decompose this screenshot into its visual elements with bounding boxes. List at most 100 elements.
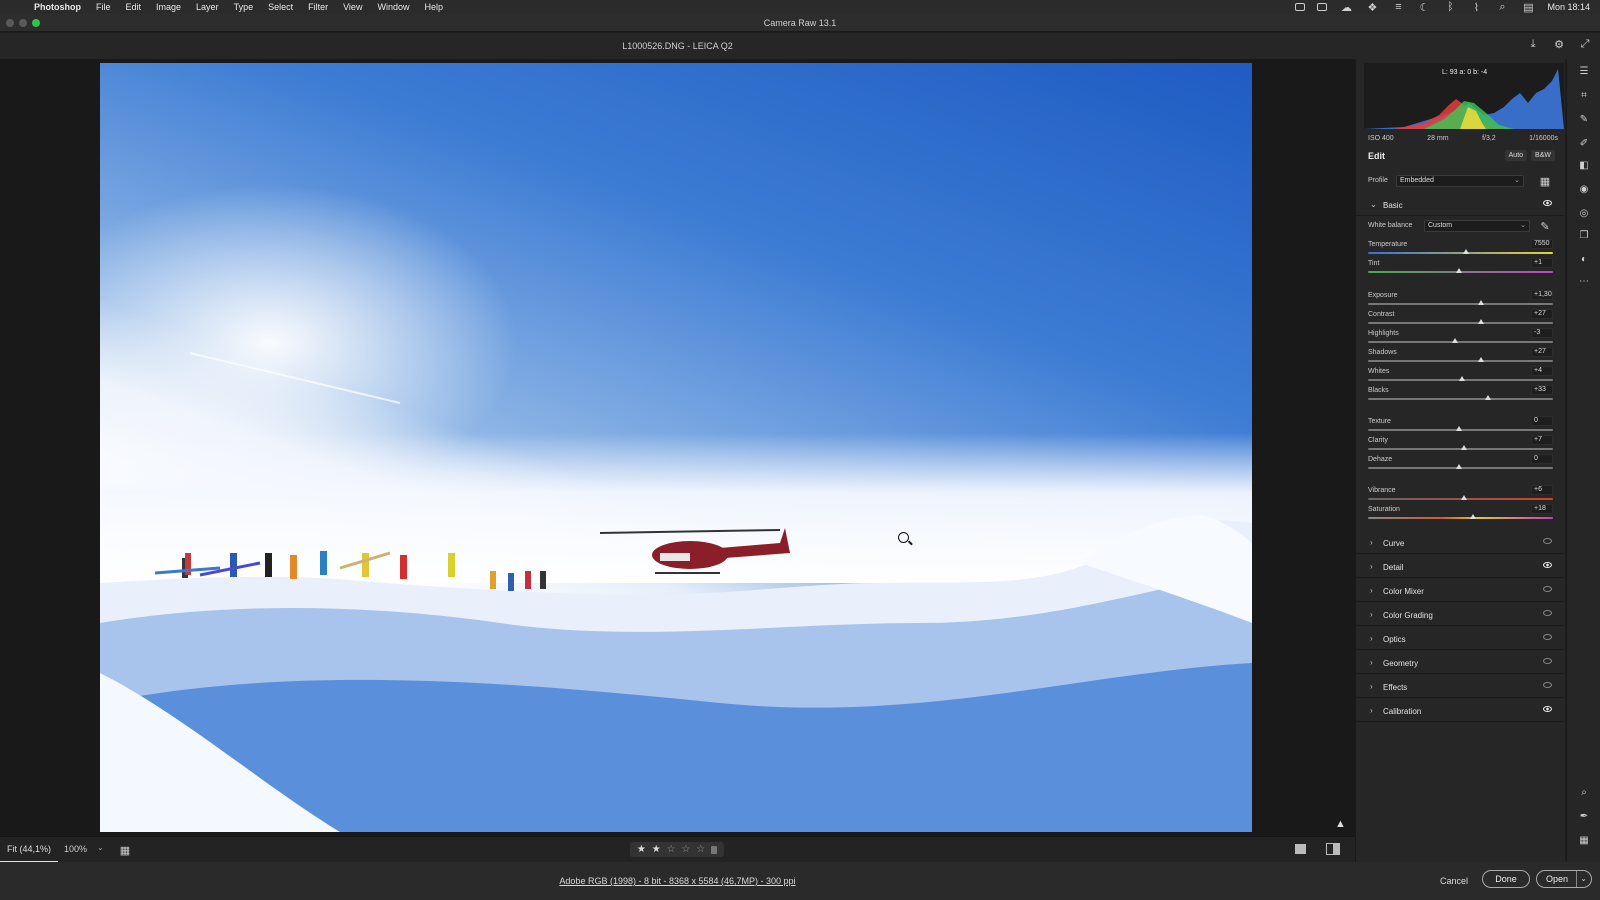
temperature-track[interactable] <box>1368 252 1553 254</box>
fullscreen-icon[interactable]: ⤢ <box>1578 37 1592 51</box>
screen-icon[interactable] <box>1295 3 1306 11</box>
exposure-value[interactable]: +1,30 <box>1531 290 1553 300</box>
eye-icon[interactable] <box>1543 634 1552 640</box>
single-view-icon[interactable] <box>1295 844 1306 854</box>
sampler-icon[interactable]: ✒ <box>1577 810 1591 822</box>
tint-thumb[interactable] <box>1455 268 1462 273</box>
done-button[interactable]: Done <box>1482 870 1530 888</box>
clock[interactable]: Mon 18:14 <box>1547 2 1590 12</box>
dehaze-thumb[interactable] <box>1455 464 1462 469</box>
eye-icon[interactable] <box>1543 610 1552 616</box>
highlights-thumb[interactable] <box>1451 338 1458 343</box>
healing-icon[interactable]: ✎ <box>1577 113 1591 125</box>
contrast-track[interactable] <box>1368 322 1553 324</box>
texture-thumb[interactable] <box>1455 426 1462 431</box>
temperature-value[interactable]: 7550 <box>1531 239 1553 249</box>
fit-zoom-button[interactable]: Fit (44,1%) <box>0 837 58 863</box>
rating-star-1[interactable]: ★ <box>637 844 646 855</box>
clarity-value[interactable]: +7 <box>1531 435 1553 445</box>
cancel-button[interactable]: Cancel <box>1440 876 1468 886</box>
filmstrip-icon[interactable]: ▦ <box>118 843 132 857</box>
shadows-thumb[interactable] <box>1477 357 1484 362</box>
highlights-track[interactable] <box>1368 341 1553 343</box>
menu-file[interactable]: File <box>96 2 111 12</box>
rating-star-2[interactable]: ★ <box>652 844 661 855</box>
exposure-track[interactable] <box>1368 303 1553 305</box>
eye-icon[interactable] <box>1543 562 1552 568</box>
rating-star-5[interactable]: ☆ <box>696 844 705 855</box>
contrast-value[interactable]: +27 <box>1531 309 1553 319</box>
menu-edit[interactable]: Edit <box>126 2 142 12</box>
open-button[interactable]: Open ⌄ <box>1536 870 1592 888</box>
edit-sliders-icon[interactable]: ☰ <box>1577 65 1591 77</box>
section-calibration[interactable]: › Calibration <box>1356 700 1564 722</box>
section-basic[interactable]: ⌄ Basic <box>1356 194 1564 216</box>
zoom-level-select[interactable]: 100% <box>64 844 87 854</box>
creative-cloud-icon[interactable]: ☁ <box>1339 0 1353 14</box>
blacks-thumb[interactable] <box>1485 395 1492 400</box>
saturation-track[interactable] <box>1368 517 1553 519</box>
shadows-value[interactable]: +27 <box>1531 347 1553 357</box>
whites-value[interactable]: +4 <box>1531 366 1553 376</box>
menu-layer[interactable]: Layer <box>196 2 219 12</box>
save-image-icon[interactable]: ⤓ <box>1526 37 1540 51</box>
rating-star-3[interactable]: ☆ <box>667 844 676 855</box>
wifi-off-icon[interactable]: ⌇ <box>1469 0 1483 14</box>
more-icon[interactable]: ⋯ <box>1577 275 1591 287</box>
exposure-thumb[interactable] <box>1477 300 1484 305</box>
saturation-value[interactable]: +18 <box>1531 504 1553 514</box>
section-color-mixer[interactable]: › Color Mixer <box>1356 580 1564 602</box>
temperature-thumb[interactable] <box>1463 249 1470 254</box>
profile-select[interactable]: Embedded ⌄ <box>1396 175 1524 187</box>
exposure-slider[interactable]: Exposure +1,30 <box>1368 290 1553 311</box>
white-balance-select[interactable]: Custom ⌄ <box>1424 220 1530 232</box>
contrast-slider[interactable]: Contrast +27 <box>1368 309 1553 330</box>
eyedropper-icon[interactable]: ✎ <box>1538 219 1552 233</box>
trash-icon[interactable] <box>711 845 718 854</box>
highlights-slider[interactable]: Highlights -3 <box>1368 328 1553 349</box>
snapshots-icon[interactable]: ❐ <box>1577 229 1591 241</box>
clarity-slider[interactable]: Clarity +7 <box>1368 435 1553 456</box>
photo-preview[interactable] <box>100 63 1252 832</box>
brush-icon[interactable]: ✐ <box>1577 137 1591 149</box>
menu-app-photoshop[interactable]: Photoshop <box>34 2 81 12</box>
auto-button[interactable]: Auto <box>1504 150 1528 161</box>
menu-view[interactable]: View <box>343 2 362 12</box>
zoom-tool-icon[interactable]: ⌕ <box>1577 786 1591 798</box>
red-eye-icon[interactable]: ◎ <box>1577 207 1591 219</box>
crop-icon[interactable]: ⌗ <box>1577 89 1591 101</box>
menu-window[interactable]: Window <box>377 2 409 12</box>
blacks-value[interactable]: +33 <box>1531 385 1553 395</box>
presets-icon[interactable]: ◐ <box>1577 253 1591 265</box>
tint-value[interactable]: +1 <box>1531 258 1553 268</box>
texture-slider[interactable]: Texture 0 <box>1368 416 1553 437</box>
moon-icon[interactable]: ☾ <box>1417 0 1431 14</box>
saturation-slider[interactable]: Saturation +18 <box>1368 504 1553 525</box>
fullscreen-window-button[interactable] <box>32 19 40 27</box>
contrast-thumb[interactable] <box>1477 319 1484 324</box>
rating-star-4[interactable]: ☆ <box>681 844 690 855</box>
eye-icon[interactable] <box>1543 682 1552 688</box>
menu-image[interactable]: Image <box>156 2 181 12</box>
texture-value[interactable]: 0 <box>1531 416 1553 426</box>
minimize-window-button[interactable] <box>19 19 27 27</box>
tint-slider[interactable]: Tint +1 <box>1368 258 1553 279</box>
menu-extras-icon[interactable]: ≡ <box>1391 0 1405 14</box>
section-color-grading[interactable]: › Color Grading <box>1356 604 1564 626</box>
control-center-icon[interactable]: ▤ <box>1521 0 1535 14</box>
chevron-down-icon[interactable]: ⌄ <box>1576 871 1587 887</box>
section-effects[interactable]: › Effects <box>1356 676 1564 698</box>
menu-type[interactable]: Type <box>234 2 254 12</box>
clarity-thumb[interactable] <box>1461 445 1468 450</box>
vibrance-thumb[interactable] <box>1461 495 1468 500</box>
blacks-slider[interactable]: Blacks +33 <box>1368 385 1553 406</box>
section-optics[interactable]: › Optics <box>1356 628 1564 650</box>
gear-icon[interactable]: ⚙ <box>1552 37 1566 51</box>
bluetooth-icon[interactable]: ᛒ <box>1443 0 1457 14</box>
before-after-view-icon[interactable] <box>1326 843 1340 855</box>
dehaze-value[interactable]: 0 <box>1531 454 1553 464</box>
gradient-icon[interactable]: ◧ <box>1577 159 1591 171</box>
menu-help[interactable]: Help <box>424 2 443 12</box>
vibrance-value[interactable]: +6 <box>1531 485 1553 495</box>
chevron-down-icon[interactable]: ⌄ <box>97 843 104 852</box>
